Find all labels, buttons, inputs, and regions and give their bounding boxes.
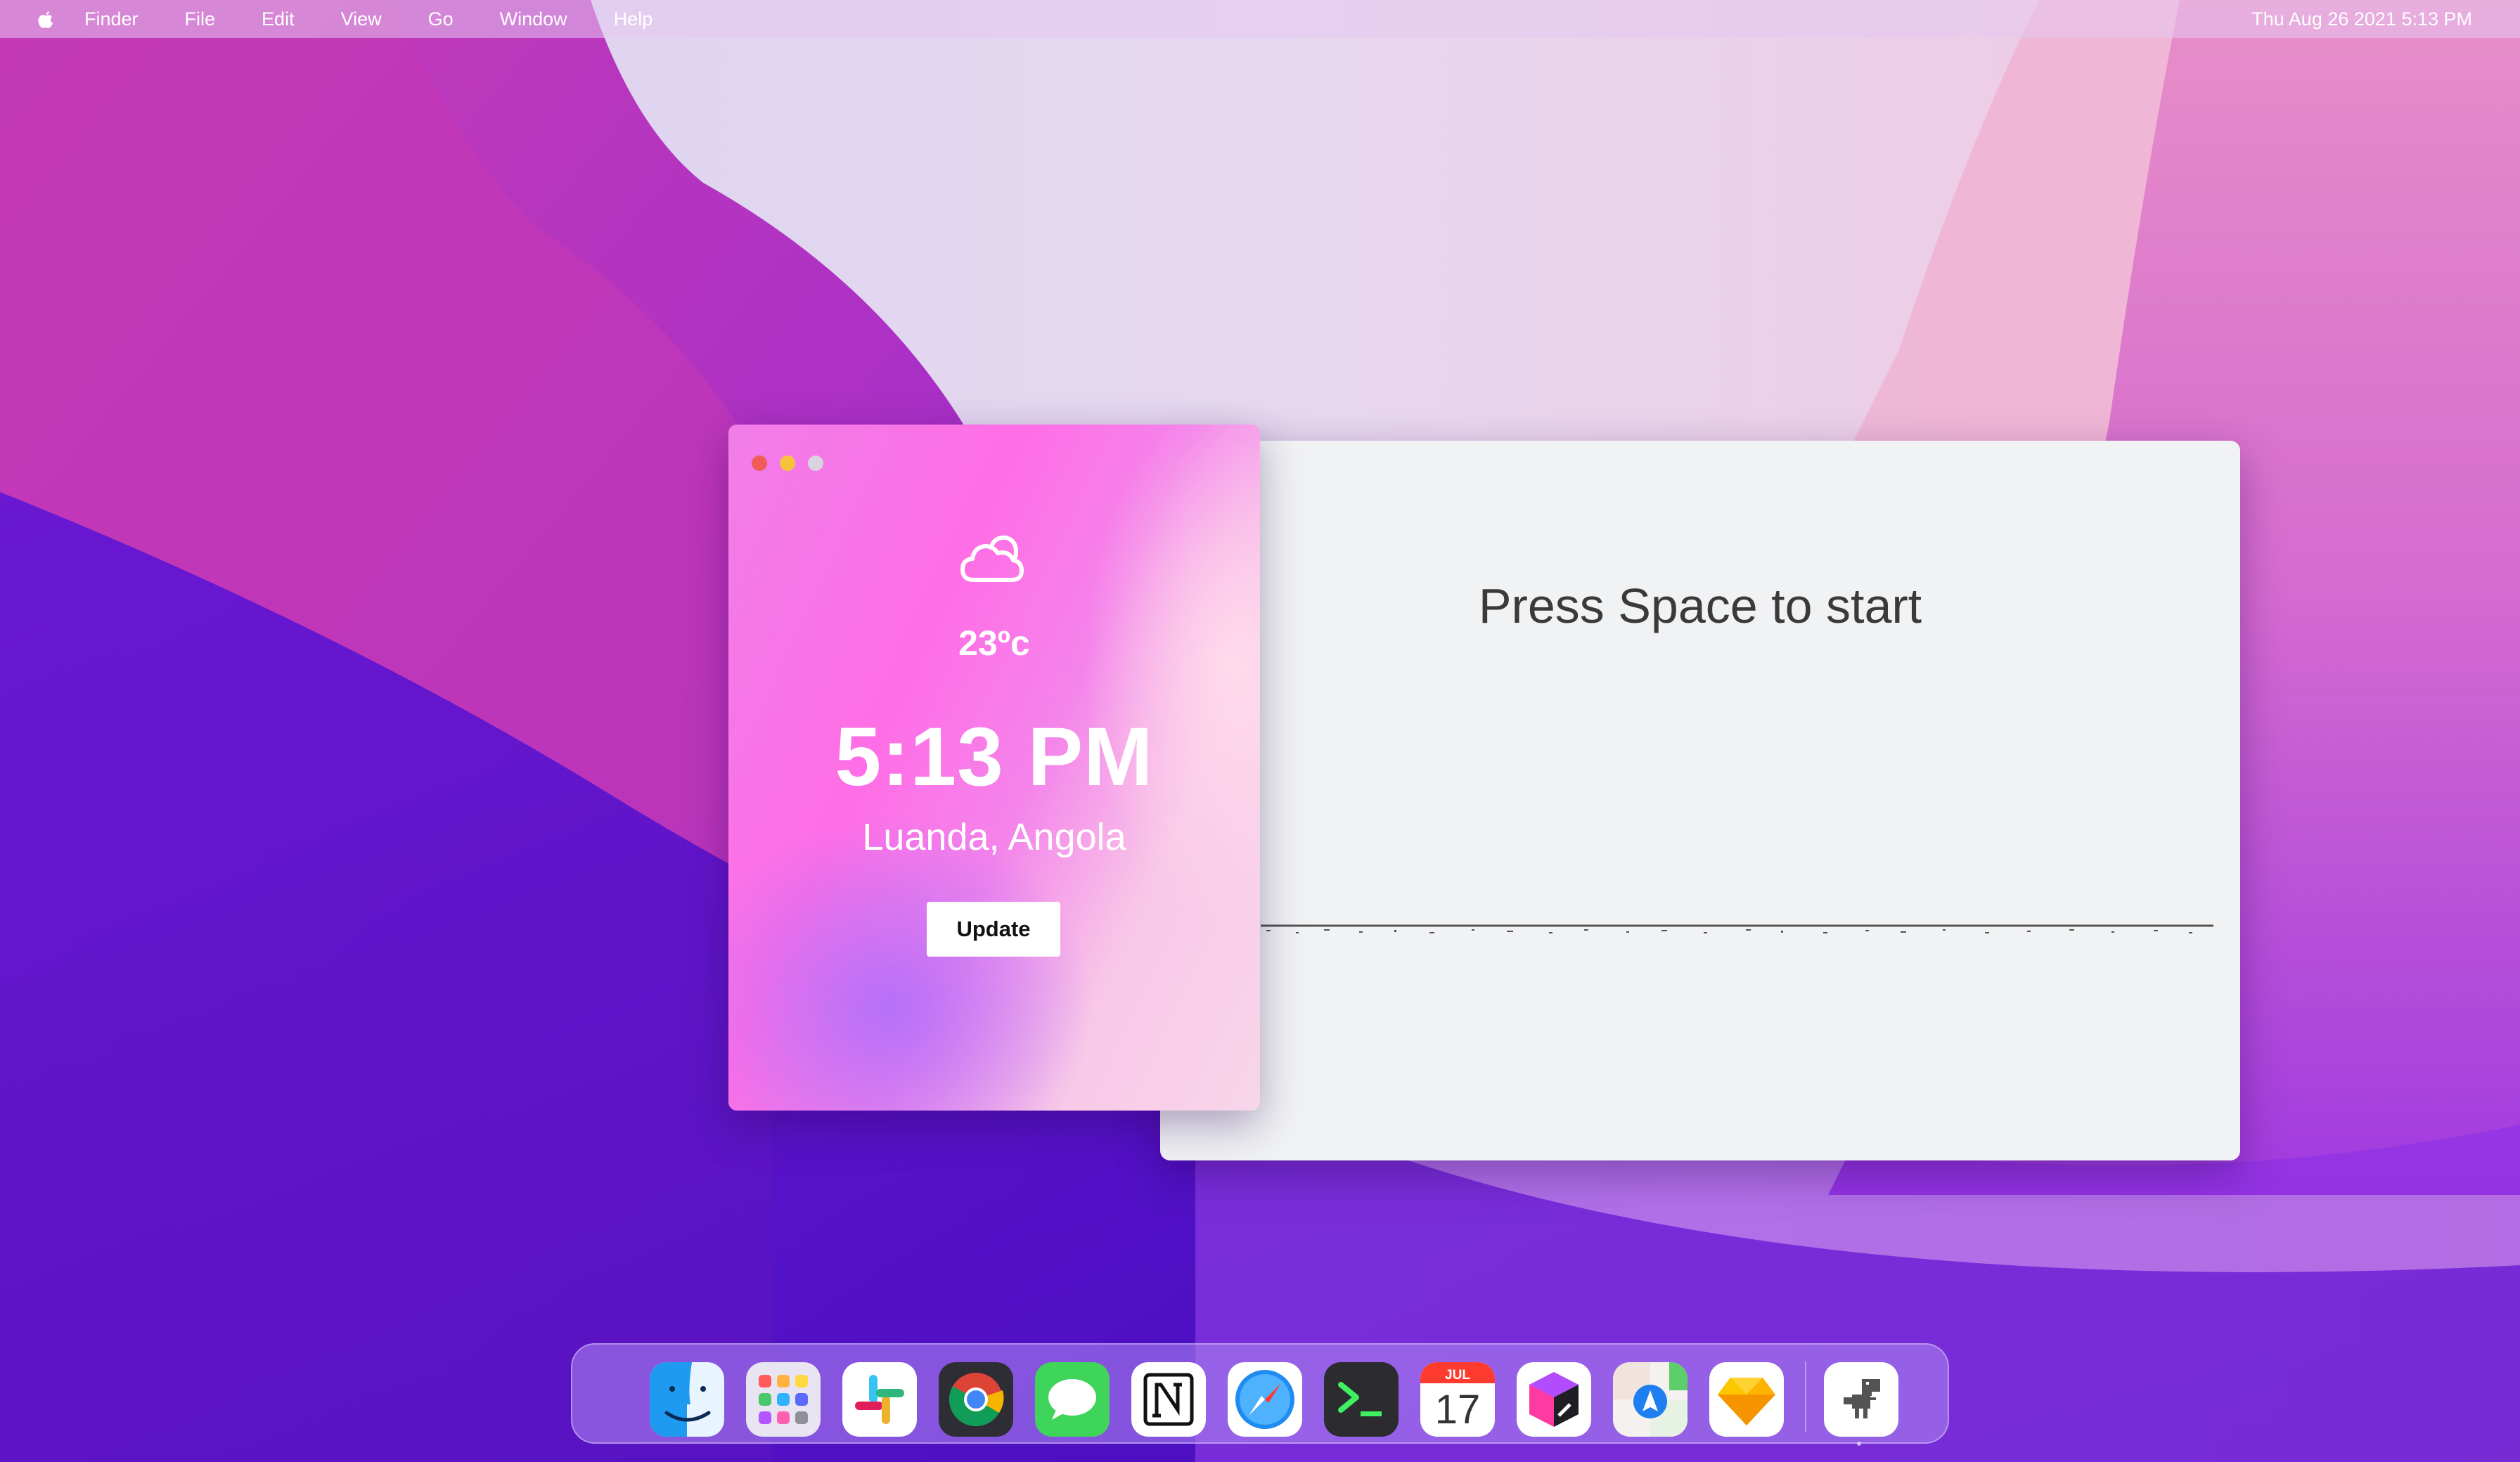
game-ground-line xyxy=(1261,924,2213,933)
dock-sketch-icon[interactable] xyxy=(1709,1362,1784,1437)
update-button[interactable]: Update xyxy=(927,902,1060,957)
dock-chrome-icon[interactable] xyxy=(939,1362,1013,1437)
dock-finder-icon[interactable] xyxy=(650,1362,724,1437)
menu-file[interactable]: File xyxy=(185,8,216,30)
dock-messages-icon[interactable] xyxy=(1035,1362,1110,1437)
dock-launchpad-icon[interactable] xyxy=(746,1362,821,1437)
menu-view[interactable]: View xyxy=(341,8,382,30)
dock-cube-app-icon[interactable] xyxy=(1517,1362,1591,1437)
dock: JUL 17 xyxy=(571,1343,1949,1446)
location-label: Luanda, Angola xyxy=(862,816,1126,858)
close-button[interactable] xyxy=(752,455,767,471)
calendar-day: 17 xyxy=(1434,1387,1481,1432)
menubar-clock[interactable]: Thu Aug 26 2021 5:13 PM xyxy=(2251,8,2472,30)
temperature-label: 23ºc xyxy=(958,623,1030,663)
minimize-button[interactable] xyxy=(780,455,795,471)
menu-edit[interactable]: Edit xyxy=(262,8,295,30)
dino-game-window[interactable]: Press Space to start xyxy=(1160,441,2240,1160)
cloud-icon xyxy=(960,535,1024,582)
menu-bar: Finder File Edit View Go Window Help Thu… xyxy=(0,0,2520,38)
dock-instruments-icon[interactable] xyxy=(1613,1362,1688,1437)
game-start-prompt: Press Space to start xyxy=(1478,578,1922,633)
apple-menu-icon[interactable] xyxy=(34,7,58,31)
menu-go[interactable]: Go xyxy=(428,8,454,30)
dock-safari-icon[interactable] xyxy=(1228,1362,1302,1437)
dock-terminal-icon[interactable] xyxy=(1324,1362,1399,1437)
menu-help[interactable]: Help xyxy=(614,8,653,30)
dock-separator xyxy=(1805,1361,1806,1432)
local-time-label: 5:13 PM xyxy=(835,711,1154,803)
weather-window[interactable]: 23ºc 5:13 PM Luanda, Angola Update xyxy=(728,425,1260,1111)
menu-window[interactable]: Window xyxy=(500,8,567,30)
dock-running-indicator xyxy=(1857,1442,1861,1446)
menu-finder[interactable]: Finder xyxy=(84,8,139,30)
dock-notion-icon[interactable] xyxy=(1131,1362,1206,1437)
dock-dino-game-icon[interactable] xyxy=(1824,1362,1898,1437)
dock-slack-icon[interactable] xyxy=(842,1362,917,1437)
dock-calendar-icon[interactable]: JUL 17 xyxy=(1420,1362,1495,1437)
calendar-month: JUL xyxy=(1445,1368,1470,1383)
zoom-button[interactable] xyxy=(808,455,823,471)
